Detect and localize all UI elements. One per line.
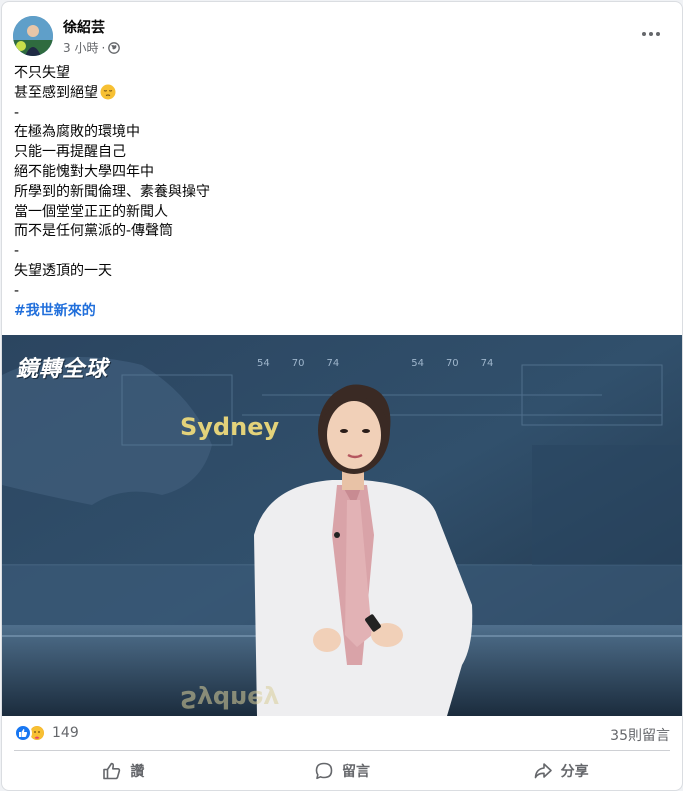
comment-button[interactable]: 留言 [233,754,452,788]
body-line: - [14,282,20,299]
ticker-number: 54 [257,358,270,369]
post-video-image[interactable]: 鏡轉全球 Sydney Sydney 54 70 74 54 70 74 [2,335,682,716]
body-line: 當一個堂堂正正的新聞人 [14,203,168,220]
ticker-number: 74 [326,358,340,369]
city-label-reflection: Sydney [180,685,280,713]
like-reaction-icon [14,724,32,742]
body-line: 不只失望 [14,65,70,81]
ticker-number: 70 [445,358,459,369]
divider [14,750,670,751]
share-button[interactable]: 分享 [451,754,670,788]
meta-separator: · [101,40,106,55]
post-actions: 讚 留言 分享 [14,754,670,788]
post-time[interactable]: 3 小時 [63,39,98,56]
body-line: 而不是任何黨派的-傳聲筒 [14,223,174,240]
reactions-summary[interactable]: 149 [14,724,79,742]
ticker-number: 54 [411,358,424,369]
ellipsis-icon [642,32,660,36]
body-line: - [14,243,20,260]
like-button[interactable]: 讚 [14,754,233,788]
comment-count[interactable]: 35則留言 [610,725,670,745]
post-meta: 3 小時 · [63,39,121,56]
post-body: 不只失望 甚至感到絕望 - 在極為腐敗的環境中 只能一再提醒自己 絕不能愧對大學… [14,64,664,321]
more-options-button[interactable] [637,20,665,48]
body-line: 只能一再提醒自己 [14,144,126,161]
author-name[interactable]: 徐紹芸 [63,17,105,37]
pensive-face-emoji-icon [100,84,116,100]
body-line-with-emoji: 甚至感到絕望 [14,84,664,104]
body-line: 甚至感到絕望 [14,84,98,101]
post-stats: 149 35則留言 [14,722,670,746]
ticker-number: 70 [291,358,305,369]
body-line: 在極為腐敗的環境中 [14,124,140,141]
thumbs-up-icon [103,762,121,780]
channel-logo: 鏡轉全球 [16,357,109,382]
globe-icon [108,41,121,54]
avatar[interactable] [13,16,53,56]
body-line: 失望透頂的一天 [14,262,112,279]
like-label: 讚 [130,764,145,780]
city-label: Sydney [180,413,280,441]
reaction-count: 149 [52,725,79,741]
hashtag-link[interactable]: #我世新來的 [14,303,96,319]
body-line: 所學到的新聞倫理、素養與操守 [14,183,210,200]
comment-label: 留言 [342,764,370,780]
post-card: 徐紹芸 3 小時 · 不只失望 甚至感到絕望 - 在極為腐敗的環境中 只能一再提… [1,1,683,791]
post-header: 徐紹芸 3 小時 · [13,14,673,58]
ticker-numbers: 54 70 74 54 70 74 [257,358,493,369]
ticker-number: 74 [480,358,494,369]
body-line: - [14,104,20,121]
share-arrow-icon [534,763,552,779]
share-label: 分享 [560,764,589,780]
comment-bubble-icon [315,762,333,780]
body-line: 絕不能愧對大學四年中 [14,163,154,180]
